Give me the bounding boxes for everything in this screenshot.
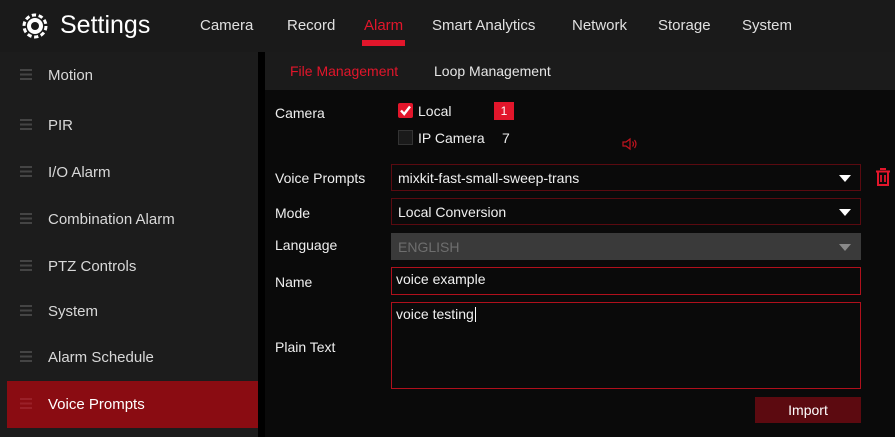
sidebar: Motion PIR I/O Alarm Combination Alarm P… [0, 52, 258, 437]
chevron-down-icon [839, 244, 851, 251]
top-header: Settings Camera Record Alarm Smart Analy… [0, 0, 895, 52]
list-icon [20, 351, 32, 362]
sidebar-item-combination-alarm[interactable]: Combination Alarm [0, 196, 258, 243]
ip-camera-label: IP Camera [418, 130, 485, 146]
mode-label: Mode [275, 205, 311, 221]
sidebar-item-voice-prompts[interactable]: Voice Prompts [7, 381, 258, 428]
speaker-icon[interactable] [622, 137, 638, 151]
sidebar-item-pir[interactable]: PIR [0, 102, 258, 149]
mode-select[interactable]: Local Conversion [391, 198, 861, 225]
camera-label: Camera [275, 105, 325, 121]
sidebar-item-alarm-schedule[interactable]: Alarm Schedule [0, 334, 258, 381]
sidebar-item-label: Voice Prompts [48, 396, 145, 413]
plain-text-textarea[interactable]: voice testing [391, 302, 861, 389]
tab-file-management[interactable]: File Management [290, 63, 398, 79]
trash-icon[interactable] [874, 167, 892, 187]
sidebar-item-motion[interactable]: Motion [0, 52, 258, 99]
plain-text-label: Plain Text [275, 339, 336, 355]
list-icon [20, 398, 32, 409]
tab-loop-management[interactable]: Loop Management [434, 63, 551, 79]
sidebar-item-label: Motion [48, 67, 94, 84]
list-icon [20, 166, 32, 177]
name-label: Name [275, 274, 313, 290]
mode-value: Local Conversion [398, 204, 507, 220]
subtab-bar: File Management Loop Management [265, 52, 895, 90]
gear-icon [22, 13, 48, 39]
sidebar-item-label: PTZ Controls [48, 258, 137, 275]
voice-prompts-select[interactable]: mixkit-fast-small-sweep-trans [391, 164, 861, 191]
name-input[interactable]: voice example [391, 267, 861, 295]
tab-network[interactable]: Network [572, 17, 627, 34]
list-icon [20, 213, 32, 224]
sidebar-item-label: I/O Alarm [48, 164, 111, 181]
tab-alarm[interactable]: Alarm [361, 17, 406, 46]
sidebar-item-io-alarm[interactable]: I/O Alarm [0, 149, 258, 196]
page-title: Settings [60, 11, 151, 39]
list-icon [20, 119, 32, 130]
list-icon [20, 305, 32, 316]
sidebar-item-label: System [48, 303, 99, 320]
name-value: voice example [396, 271, 486, 287]
language-value: ENGLISH [398, 239, 460, 255]
tab-smart-analytics[interactable]: Smart Analytics [432, 17, 535, 34]
voice-prompts-label: Voice Prompts [275, 170, 366, 186]
local-checkbox[interactable] [398, 103, 413, 118]
chevron-down-icon [839, 209, 851, 216]
sidebar-item-label: Combination Alarm [48, 211, 175, 228]
tab-record[interactable]: Record [287, 17, 335, 34]
list-icon [20, 69, 32, 80]
sidebar-item-label: Alarm Schedule [48, 349, 154, 366]
tab-storage[interactable]: Storage [658, 17, 711, 34]
local-count-badge: 1 [494, 102, 514, 120]
sidebar-item-label: PIR [48, 117, 74, 134]
checkmark-icon [400, 105, 411, 116]
list-icon [20, 260, 32, 271]
ip-camera-count: 7 [502, 130, 510, 146]
language-select: ENGLISH [391, 233, 861, 260]
local-label: Local [418, 103, 452, 119]
ip-camera-checkbox[interactable] [398, 130, 413, 145]
import-button[interactable]: Import [755, 397, 861, 423]
sidebar-item-ptz-controls[interactable]: PTZ Controls [0, 243, 258, 290]
main-panel: File Management Loop Management Camera L… [265, 52, 895, 437]
tab-system[interactable]: System [742, 17, 792, 34]
text-cursor [474, 307, 476, 322]
chevron-down-icon [839, 175, 851, 182]
tab-camera[interactable]: Camera [200, 17, 253, 34]
sidebar-item-system[interactable]: System [0, 288, 258, 335]
plain-text-value: voice testing [396, 306, 474, 322]
voice-prompts-value: mixkit-fast-small-sweep-trans [398, 170, 580, 186]
language-label: Language [275, 237, 338, 253]
